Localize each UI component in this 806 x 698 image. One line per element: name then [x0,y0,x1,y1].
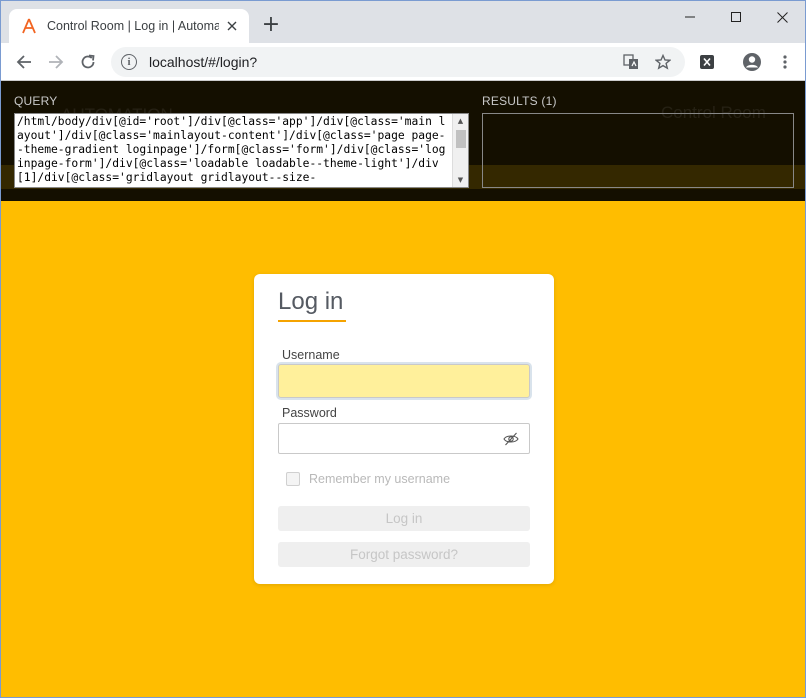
query-label: QUERY [14,94,58,108]
query-scrollbar[interactable]: ▲ ▼ [452,114,468,187]
query-text[interactable]: /html/body/div[@id='root']/div[@class='a… [17,115,449,185]
maximize-icon[interactable] [713,1,759,33]
kebab-menu-icon[interactable] [777,54,793,70]
query-textarea[interactable]: /html/body/div[@id='root']/div[@class='a… [14,113,469,188]
xpath-query-panel: AUTOMATION Control Room QUERY RESULTS (1… [1,81,805,201]
address-url[interactable]: localhost/#/login? [149,54,621,70]
browser-window: Control Room | Log in | Automati + i loc… [0,0,806,698]
remember-username[interactable]: Remember my username [286,472,450,486]
new-tab-button[interactable]: + [259,14,283,38]
browser-toolbar: i localhost/#/login? [1,43,805,81]
automation-anywhere-logo-icon [21,18,37,34]
translate-icon[interactable] [621,52,641,72]
login-button[interactable]: Log in [278,506,530,531]
tab-strip: Control Room | Log in | Automati + [1,1,805,43]
login-title: Log in [278,288,344,315]
tab-title: Control Room | Log in | Automati [47,19,219,33]
address-bar[interactable]: i localhost/#/login? [111,47,685,77]
bookmark-star-icon[interactable] [653,52,673,72]
login-card: Log in Username Password Remember my use… [254,274,554,584]
results-box[interactable] [482,113,794,188]
password-label: Password [282,406,337,420]
username-label: Username [282,348,340,362]
page-content: AUTOMATION Control Room QUERY RESULTS (1… [1,81,805,697]
extension-x-icon[interactable] [699,54,715,70]
remember-checkbox[interactable] [286,472,300,486]
remember-label: Remember my username [309,472,451,486]
username-field[interactable] [278,364,530,398]
password-field[interactable] [278,423,530,454]
forgot-password-button[interactable]: Forgot password? [278,542,530,567]
close-icon[interactable] [759,1,805,33]
site-info-icon[interactable]: i [121,54,137,70]
eye-slash-icon[interactable] [503,431,519,447]
forward-arrow-icon[interactable] [45,51,67,73]
scroll-thumb[interactable] [456,130,466,148]
results-label: RESULTS (1) [482,94,557,108]
browser-tab[interactable]: Control Room | Log in | Automati [9,9,249,43]
scroll-down-arrow-icon[interactable]: ▼ [453,173,468,187]
minimize-icon[interactable] [667,1,713,33]
back-arrow-icon[interactable] [13,51,35,73]
title-underline [278,320,346,322]
reload-icon[interactable] [77,51,99,73]
tab-close-icon[interactable] [223,17,241,35]
scroll-up-arrow-icon[interactable]: ▲ [453,114,468,128]
profile-avatar-icon[interactable] [742,52,762,72]
